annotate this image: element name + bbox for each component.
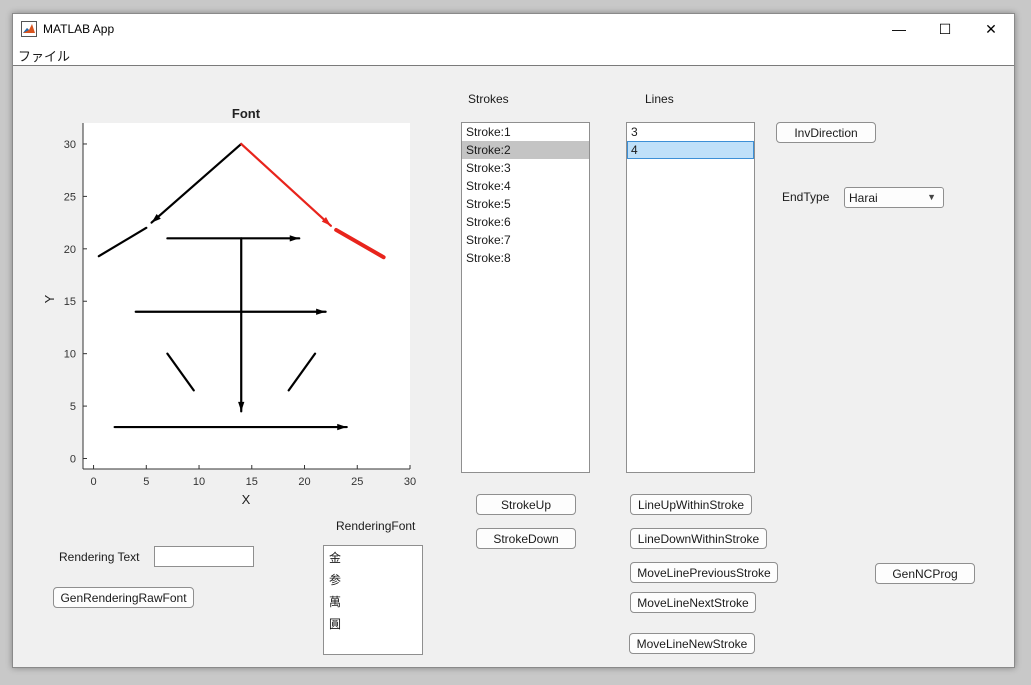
title-bar: MATLAB App — ☐ ✕: [13, 14, 1014, 44]
stroke-list-item[interactable]: Stroke:6: [462, 213, 589, 231]
stroke-list-item[interactable]: Stroke:3: [462, 159, 589, 177]
end-type-label: EndType: [782, 190, 830, 204]
gen-rendering-raw-font-button[interactable]: GenRenderingRawFont: [53, 587, 194, 608]
line-list-item[interactable]: 4: [627, 141, 754, 159]
font-list-item[interactable]: 圓: [324, 613, 422, 635]
x-tick-label: 10: [193, 476, 205, 488]
stroke-list-item[interactable]: Stroke:5: [462, 195, 589, 213]
x-tick-label: 30: [404, 476, 416, 488]
close-icon: ✕: [985, 20, 997, 37]
lines-listbox[interactable]: 34: [626, 122, 755, 473]
line-list-item[interactable]: 3: [627, 123, 754, 141]
font-plot: Font 0 5 10 15 20 25 30 0 5 10 15 20 25 30 X Y: [42, 106, 416, 507]
rendering-font-label: RenderingFont: [336, 519, 416, 533]
gen-nc-prog-button[interactable]: GenNCProg: [875, 563, 975, 584]
y-tick-label: 5: [70, 401, 76, 413]
stroke-list-item[interactable]: Stroke:7: [462, 231, 589, 249]
plot-title: Font: [232, 106, 261, 121]
matlab-icon: [21, 21, 37, 37]
y-tick-label: 30: [64, 139, 76, 151]
minimize-icon: —: [892, 21, 906, 37]
strokes-label: Strokes: [468, 92, 509, 106]
close-button[interactable]: ✕: [968, 14, 1014, 44]
x-tick-label: 5: [143, 476, 149, 488]
menu-file[interactable]: ファイル: [18, 46, 70, 65]
rendering-font-listbox[interactable]: 金参萬圓: [323, 545, 423, 655]
font-list-item[interactable]: 萬: [324, 591, 422, 613]
x-tick-label: 25: [351, 476, 363, 488]
stroke-list-item[interactable]: Stroke:2: [462, 141, 589, 159]
stroke-up-button[interactable]: StrokeUp: [476, 494, 576, 515]
y-tick-label: 15: [64, 296, 76, 308]
x-tick-label: 15: [246, 476, 258, 488]
line-down-within-stroke-button[interactable]: LineDownWithinStroke: [630, 528, 767, 549]
font-list-item[interactable]: 参: [324, 569, 422, 591]
x-axis-label: X: [242, 492, 251, 507]
line-up-within-stroke-button[interactable]: LineUpWithinStroke: [630, 494, 752, 515]
y-tick-label: 10: [64, 349, 76, 361]
stroke-list-item[interactable]: Stroke:4: [462, 177, 589, 195]
y-tick-label: 20: [64, 244, 76, 256]
move-line-next-stroke-button[interactable]: MoveLineNextStroke: [630, 592, 756, 613]
app-window: MATLAB App — ☐ ✕ ファイル Font 0 5 10 15 20 25 30 0…: [12, 13, 1015, 668]
minimize-button[interactable]: —: [876, 14, 922, 44]
plot-area: [83, 123, 410, 469]
y-axis-label: Y: [42, 294, 57, 303]
menu-bar: ファイル: [13, 44, 1014, 66]
stroke-list-item[interactable]: Stroke:8: [462, 249, 589, 267]
maximize-button[interactable]: ☐: [922, 14, 968, 44]
x-tick-label: 0: [90, 476, 96, 488]
maximize-icon: ☐: [938, 20, 952, 37]
window-title: MATLAB App: [43, 22, 115, 36]
chevron-down-icon: ▼: [927, 192, 936, 202]
x-tick-label: 20: [298, 476, 310, 488]
rendering-text-input[interactable]: [154, 546, 254, 567]
y-tick-label: 0: [70, 454, 76, 466]
strokes-listbox[interactable]: Stroke:1 Stroke:2 Stroke:3 Stroke:4 Stroke:5…: [461, 122, 590, 473]
move-line-new-stroke-button[interactable]: MoveLineNewStroke: [629, 633, 755, 654]
stroke-down-button[interactable]: StrokeDown: [476, 528, 576, 549]
move-line-previous-stroke-button[interactable]: MoveLinePreviousStroke: [630, 562, 778, 583]
font-list-item[interactable]: 金: [324, 547, 422, 569]
rendering-text-label: Rendering Text: [59, 550, 140, 564]
stroke-list-item[interactable]: Stroke:1: [462, 123, 589, 141]
y-tick-label: 25: [64, 191, 76, 203]
end-type-value: Harai: [849, 191, 878, 205]
end-type-dropdown[interactable]: Harai ▼: [844, 187, 944, 208]
inv-direction-button[interactable]: InvDirection: [776, 122, 876, 143]
lines-label: Lines: [645, 92, 674, 106]
